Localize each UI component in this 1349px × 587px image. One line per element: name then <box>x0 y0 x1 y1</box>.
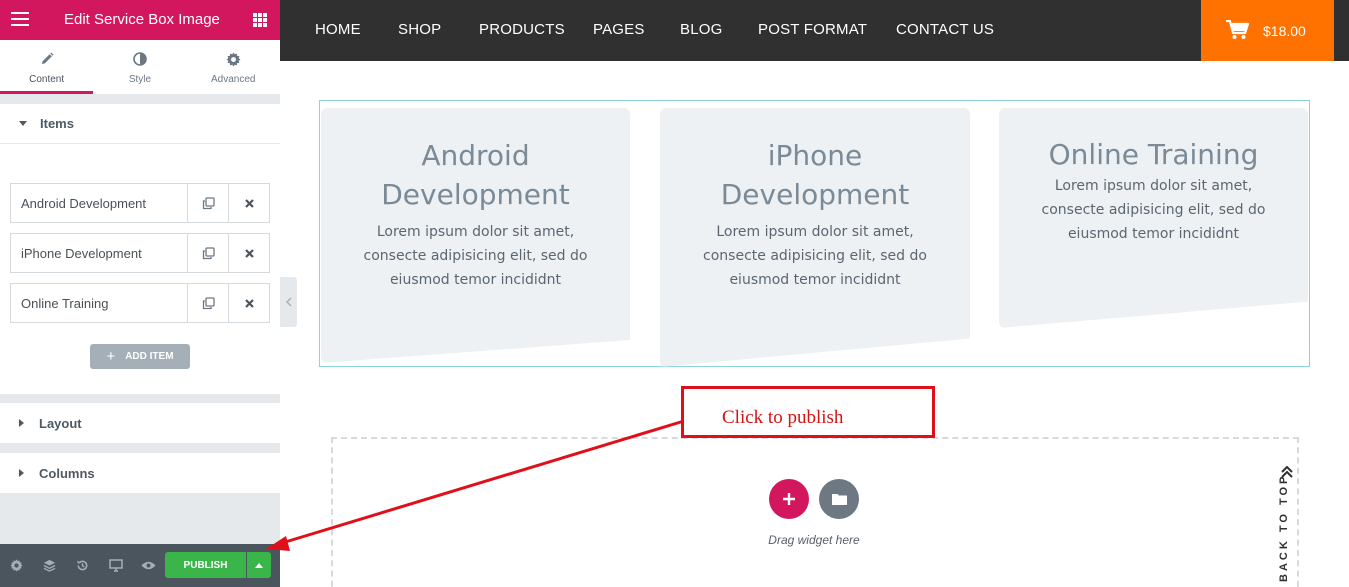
caret-right-icon <box>19 469 24 477</box>
caret-up-icon <box>255 562 263 568</box>
chevron-left-icon <box>285 297 292 307</box>
nav-shop[interactable]: SHOP <box>398 21 441 38</box>
card-description: Lorem ipsum dolor sit amet, consecte adi… <box>363 224 588 288</box>
repeater-item: iPhone Development <box>10 233 270 273</box>
back-to-top-label: BACK TO TOP <box>1278 473 1290 582</box>
section-layout-toggle[interactable]: Layout <box>0 403 280 443</box>
widgets-grid-icon[interactable] <box>253 13 267 27</box>
tab-style-label: Style <box>128 74 152 85</box>
section-columns-toggle[interactable]: Columns <box>0 453 280 493</box>
plus-icon: + <box>106 348 116 365</box>
cart-icon <box>1226 20 1250 39</box>
panel-tabs: Content Style Advanced <box>0 40 280 94</box>
columns-section: Columns <box>0 453 280 493</box>
preview-eye-icon[interactable] <box>132 544 165 587</box>
contrast-icon <box>93 52 186 68</box>
tab-content-label: Content <box>29 74 65 85</box>
repeater-item-title[interactable]: Android Development <box>11 184 187 222</box>
duplicate-icon[interactable] <box>187 184 228 222</box>
drag-widget-hint: Drag widget here <box>768 533 860 547</box>
repeater-item-title[interactable]: Online Training <box>11 284 187 322</box>
card-title: iPhone Development <box>720 139 910 211</box>
cart-total: $18.00 <box>1263 23 1306 39</box>
tab-style[interactable]: Style <box>93 40 186 94</box>
card-description: Lorem ipsum dolor sit amet, consecte adi… <box>1041 178 1266 242</box>
service-card[interactable]: Android Development Lorem ipsum dolor si… <box>321 108 630 363</box>
service-card[interactable]: iPhone Development Lorem ipsum dolor sit… <box>660 108 970 367</box>
widget-drop-zone[interactable] <box>331 437 1299 587</box>
nav-post-format[interactable]: POST FORMAT <box>758 21 867 38</box>
panel-title: Edit Service Box Image <box>64 11 220 28</box>
annotation-text: Click to publish <box>722 407 844 428</box>
add-section-button[interactable] <box>769 479 809 519</box>
card-title: Android Development <box>381 139 570 211</box>
remove-icon[interactable] <box>228 234 269 272</box>
gear-icon <box>187 52 280 68</box>
responsive-desktop-icon[interactable] <box>99 544 132 587</box>
section-layout-label: Layout <box>39 415 82 431</box>
nav-products[interactable]: PRODUCTS <box>479 21 565 38</box>
caret-right-icon <box>19 419 24 427</box>
hamburger-menu-icon[interactable] <box>11 12 29 28</box>
duplicate-icon[interactable] <box>187 234 228 272</box>
history-icon[interactable] <box>66 544 99 587</box>
nav-blog[interactable]: BLOG <box>680 21 722 38</box>
items-section: Items Android Development iPhone Develop… <box>0 104 280 394</box>
publish-button[interactable]: PUBLISH <box>165 552 246 578</box>
remove-icon[interactable] <box>228 284 269 322</box>
repeater-item-title[interactable]: iPhone Development <box>11 234 187 272</box>
folder-icon <box>831 494 847 505</box>
section-columns-label: Columns <box>39 465 95 481</box>
section-items-label: Items <box>40 116 74 131</box>
duplicate-icon[interactable] <box>187 284 228 322</box>
repeater-item: Online Training <box>10 283 270 323</box>
nav-contact-us[interactable]: CONTACT US <box>896 21 994 38</box>
service-card[interactable]: Online Training Lorem ipsum dolor sit am… <box>999 108 1308 328</box>
sidebar-footer: PUBLISH <box>0 544 280 587</box>
tab-advanced-label: Advanced <box>211 74 256 85</box>
editor-sidebar: Edit Service Box Image Content Style Adv… <box>0 0 280 587</box>
site-navigation: HOME SHOP PRODUCTS PAGES BLOG POST FORMA… <box>280 0 1349 61</box>
annotation-callout: Click to publish <box>681 386 935 438</box>
nav-home[interactable]: HOME <box>315 21 361 38</box>
add-item-button[interactable]: + ADD ITEM <box>90 344 190 369</box>
plus-icon <box>783 493 795 505</box>
caret-down-icon <box>19 121 27 126</box>
sidebar-header: Edit Service Box Image <box>0 0 280 40</box>
nav-pages[interactable]: PAGES <box>593 21 645 38</box>
back-to-top-link[interactable]: BACK TO TOP <box>1278 462 1296 587</box>
pencil-icon <box>0 52 93 68</box>
cart-button[interactable]: $18.00 <box>1201 0 1334 61</box>
add-item-label: ADD ITEM <box>125 351 174 362</box>
card-description: Lorem ipsum dolor sit amet, consecte adi… <box>703 224 927 288</box>
remove-icon[interactable] <box>228 184 269 222</box>
repeater-item: Android Development <box>10 183 270 223</box>
tab-content[interactable]: Content <box>0 40 94 94</box>
card-title: Online Training <box>1048 138 1259 171</box>
add-template-button[interactable] <box>819 479 859 519</box>
publish-options-button[interactable] <box>247 552 271 578</box>
tab-advanced[interactable]: Advanced <box>187 40 280 94</box>
settings-gear-icon[interactable] <box>0 544 33 587</box>
section-items-toggle[interactable]: Items <box>0 104 280 144</box>
collapse-sidebar-handle[interactable] <box>280 277 297 327</box>
layout-section: Layout <box>0 403 280 443</box>
layers-icon[interactable] <box>33 544 66 587</box>
